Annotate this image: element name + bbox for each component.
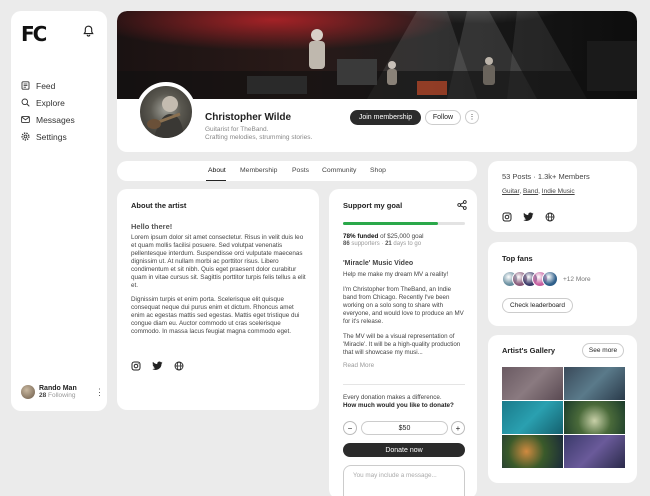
goal-text: Help me make my dream MV a reality! — [343, 271, 449, 278]
search-icon — [21, 98, 31, 107]
twitter-icon[interactable] — [523, 212, 534, 222]
gallery-title: Artist's Gallery — [502, 346, 556, 355]
instagram-icon[interactable] — [502, 212, 512, 222]
donation-question: How much would you like to donate? — [343, 402, 454, 409]
tab-about[interactable]: About — [208, 167, 226, 174]
sidebar-item-label: Feed — [36, 80, 56, 91]
fans-title: Top fans — [502, 254, 533, 263]
tag-link[interactable]: Band — [523, 188, 538, 195]
tab-community[interactable]: Community — [322, 167, 356, 174]
avatar — [21, 385, 35, 399]
current-user[interactable]: Rando Man 28 Following ⋮ — [21, 385, 104, 399]
tag-link[interactable]: Indie Music — [542, 188, 575, 195]
globe-icon[interactable] — [174, 361, 184, 371]
bell-icon[interactable] — [83, 25, 94, 37]
goal-subtitle: 'Miracle' Music Video — [343, 260, 414, 267]
cover-image — [117, 11, 637, 99]
donation-amount-input[interactable]: $50 — [361, 421, 448, 435]
user-name: Rando Man — [39, 385, 77, 392]
about-card: About the artist Hello there! Lorem ipsu… — [117, 189, 319, 410]
avatar[interactable] — [542, 271, 558, 287]
gallery-grid — [502, 367, 625, 468]
sidebar-item-explore[interactable]: Explore — [21, 94, 75, 111]
gallery-image[interactable] — [502, 367, 563, 400]
donate-now-button[interactable]: Donate now — [343, 443, 465, 457]
profile-tabs: About Membership Posts Community Shop — [117, 161, 477, 181]
about-paragraph: Dignissim turpis et enim porta. Sceleris… — [131, 296, 300, 335]
stats-card: 53 Posts · 1.3k+ Members Guitar, Band, I… — [488, 161, 637, 232]
instagram-icon[interactable] — [131, 361, 141, 371]
gallery-image[interactable] — [502, 401, 563, 434]
goal-progress-fill — [343, 222, 439, 225]
funded-status: 78% funded of $25,000 goal — [343, 233, 424, 240]
support-goal-card: Support my goal 78% funded of $25,000 go… — [329, 189, 477, 496]
gear-icon — [21, 132, 31, 141]
top-fans-card: Top fans +12 More Check leaderboard — [488, 242, 637, 326]
fan-avatars: +12 More — [502, 271, 591, 287]
app-logo[interactable]: FC — [21, 22, 47, 46]
sidebar-item-label: Explore — [36, 97, 65, 108]
social-links — [131, 361, 184, 371]
follow-button[interactable]: Follow — [425, 110, 461, 125]
about-title: About the artist — [131, 201, 187, 210]
gallery-image[interactable] — [564, 367, 625, 400]
see-more-button[interactable]: See more — [582, 343, 624, 358]
twitter-icon[interactable] — [152, 361, 163, 371]
sidebar-item-label: Messages — [36, 114, 75, 125]
profile-header: Christopher Wilde Guitarist for TheBand.… — [117, 11, 637, 152]
donation-message-field[interactable]: You may include a message... — [343, 465, 465, 496]
gallery-image[interactable] — [502, 435, 563, 468]
check-leaderboard-button[interactable]: Check leaderboard — [502, 298, 573, 313]
profile-name: Christopher Wilde — [205, 112, 292, 123]
profile-avatar — [136, 82, 196, 142]
join-membership-button[interactable]: Join membership — [350, 110, 421, 125]
social-links — [502, 212, 555, 222]
share-icon[interactable] — [457, 200, 467, 210]
more-vertical-icon[interactable]: ⋮ — [95, 387, 104, 397]
tab-shop[interactable]: Shop — [370, 167, 386, 174]
more-options-button[interactable]: ⋮ — [465, 110, 479, 124]
tag-list: Guitar, Band, Indie Music — [502, 188, 575, 195]
profile-bio: Crafting melodies, strumming stories. — [205, 134, 313, 141]
tab-posts[interactable]: Posts — [292, 167, 309, 174]
user-following: 28 Following — [39, 392, 76, 399]
active-tab-indicator — [206, 179, 226, 181]
feed-icon — [21, 81, 31, 90]
stats-line: 53 Posts · 1.3k+ Members — [502, 172, 590, 181]
read-more-link[interactable]: Read More — [343, 362, 374, 369]
sidebar-item-feed[interactable]: Feed — [21, 77, 75, 94]
decrease-amount-button[interactable]: − — [343, 421, 357, 435]
tab-membership[interactable]: Membership — [240, 167, 277, 174]
mail-icon — [21, 115, 31, 124]
globe-icon[interactable] — [545, 212, 555, 222]
goal-text: I'm Christopher from TheBand, an Indie b… — [343, 286, 464, 325]
divider — [343, 384, 465, 385]
goal-text: The MV will be a visual representation o… — [343, 333, 461, 356]
about-paragraph: Lorem ipsum dolor sit amet consectetur. … — [131, 234, 306, 289]
support-title: Support my goal — [343, 201, 403, 210]
supporters-info: 86 supporters · 21 days to go — [343, 241, 422, 247]
increase-amount-button[interactable]: + — [451, 421, 465, 435]
gallery-image[interactable] — [564, 401, 625, 434]
gallery-image[interactable] — [564, 435, 625, 468]
sidebar-nav: Feed Explore Messages Settings — [21, 77, 75, 145]
gallery-card: Artist's Gallery See more — [488, 335, 637, 483]
donation-prompt: Every donation makes a difference. — [343, 394, 442, 401]
more-fans-count: +12 More — [563, 275, 591, 283]
about-greeting: Hello there! — [131, 222, 173, 231]
goal-progress-bar — [343, 222, 465, 225]
profile-bio: Guitarist for TheBand. — [205, 126, 269, 133]
tag-link[interactable]: Guitar — [502, 188, 519, 195]
sidebar: FC Feed Explore Messages Settings Rando … — [11, 11, 107, 411]
sidebar-item-label: Settings — [36, 131, 67, 142]
sidebar-item-settings[interactable]: Settings — [21, 128, 75, 145]
sidebar-item-messages[interactable]: Messages — [21, 111, 75, 128]
